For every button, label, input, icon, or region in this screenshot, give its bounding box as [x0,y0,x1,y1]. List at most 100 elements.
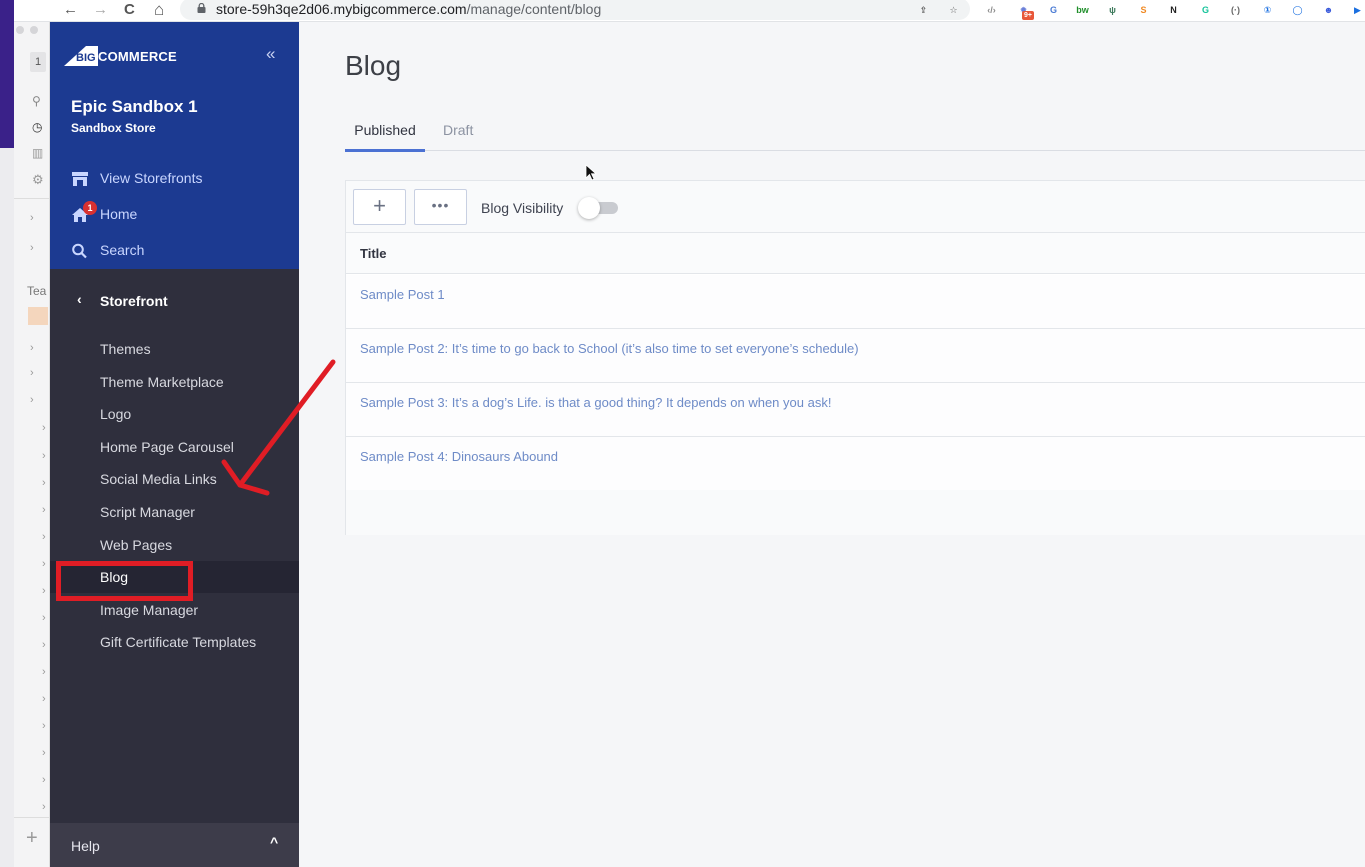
search-icon [72,243,87,259]
sidebar-item-label: Gift Certificate Templates [100,634,257,651]
section-title: Storefront [100,293,168,309]
chevron-right-icon[interactable]: › [42,801,46,813]
store-name: Epic Sandbox 1 [71,97,198,116]
search-icon[interactable]: ⚲ [32,94,41,108]
notion-extension-icon[interactable]: N [1166,3,1181,18]
sidebar-item-gift-certificate-templates[interactable]: Gift Certificate Templates [50,626,299,658]
red-arrow-annotation [221,359,336,496]
divider [14,817,50,818]
back-arrow-icon[interactable]: ← [63,1,78,19]
chevron-right-icon[interactable]: › [42,585,46,597]
url-path: /manage/content/blog [466,1,602,17]
logo-text: COMMERCE [98,49,177,64]
chevron-left-icon: ‹ [77,291,82,307]
post-title-link[interactable]: Sample Post 4: Dinosaurs Abound [360,449,558,464]
circle-extension-icon[interactable]: (·) [1228,3,1243,18]
chevron-up-icon: ^ [270,834,279,850]
devtools-extension-icon[interactable]: ‹/› [984,3,999,18]
url-text[interactable]: store-59h3qe2d06.mybigcommerce.com/manag… [216,1,601,17]
url-domain: store-59h3qe2d06.mybigcommerce.com [216,1,467,17]
storefront-icon [72,172,88,186]
bw-extension-icon[interactable]: bw [1075,3,1090,18]
vue-extension-icon[interactable]: ψ [1105,3,1120,18]
count-badge[interactable]: 1 [30,52,46,72]
gear-extension-icon[interactable]: ✹ 9+ [1016,3,1034,20]
chevron-right-icon[interactable]: › [42,558,46,570]
post-title-link[interactable]: Sample Post 2: It’s time to go back to S… [360,341,859,356]
sidebar-item-web-pages[interactable]: Web Pages [50,529,299,561]
browser-toolbar: ← → C ⌂ store-59h3qe2d06.mybigcommerce.c… [0,0,1365,22]
blog-visibility-toggle[interactable] [578,197,618,219]
background-window-edge-lower [0,148,14,867]
bookmark-star-icon[interactable]: ☆ [946,3,961,18]
column-header-title[interactable]: Title [360,246,387,261]
more-actions-button[interactable]: ••• [414,189,467,225]
chevron-right-icon[interactable]: › [30,367,34,379]
chevron-right-icon[interactable]: › [42,477,46,489]
help-label: Help [71,838,100,854]
chevron-right-icon[interactable]: › [42,666,46,678]
chevron-right-icon[interactable]: › [30,212,34,224]
tab-draft[interactable]: Draft [443,122,473,149]
s-extension-icon[interactable]: S [1136,3,1151,18]
toggle-knob [578,197,600,219]
chat-extension-icon[interactable]: ◯ [1290,3,1305,18]
sidebar-header: BIG COMMERCE « Epic Sandbox 1 Sandbox St… [50,22,299,269]
add-post-button[interactable]: + [353,189,406,225]
share-icon[interactable]: ⇪ [916,3,931,18]
gear-icon[interactable]: ⚙ [32,172,44,188]
chevron-right-icon[interactable]: › [42,450,46,462]
chevron-right-icon[interactable]: › [42,531,46,543]
table-row: Sample Post 2: It’s time to go back to S… [346,329,1365,383]
table-row: Sample Post 1 [346,275,1365,329]
bot-extension-icon[interactable]: ☻ [1321,3,1336,18]
chevron-right-icon[interactable]: › [42,774,46,786]
sidebar-item-label: Search [100,242,145,258]
storefront-back-button[interactable]: ‹ Storefront [50,287,299,315]
chevron-right-icon[interactable]: › [42,720,46,732]
sidebar-item-label: Theme Marketplace [100,373,224,390]
grammarly-extension-icon[interactable]: G [1198,3,1213,18]
forward-arrow-icon[interactable]: → [93,1,108,19]
background-app-strip: 1 ⚲ ◷ ▥ ⚙ Tea › › › › › › › › › › › › › › › › › › › › + [14,22,50,867]
post-title-link[interactable]: Sample Post 1 [360,287,445,302]
chevron-right-icon[interactable]: › [42,422,46,434]
page-title: Blog [345,50,402,81]
onepassword-extension-icon[interactable]: ① [1260,3,1275,18]
main-content: Blog Published Draft + ••• Blog Visibili… [299,22,1365,867]
reload-icon[interactable]: C [124,1,135,19]
chevron-right-icon[interactable]: › [42,504,46,516]
sidebar-item-view-storefronts[interactable]: View Storefronts [71,168,281,190]
chevron-right-icon[interactable]: › [30,242,34,254]
clock-icon[interactable]: ◷ [32,120,42,134]
sidebar-item-label: Logo [100,406,132,423]
sidebar-item-search[interactable]: Search [71,240,281,262]
play-extension-icon[interactable]: ▶ [1350,3,1365,18]
building-icon[interactable]: ▥ [32,146,43,160]
home-icon[interactable]: ⌂ [154,1,164,19]
logo-prefix: BIG [76,52,96,64]
chevron-right-icon[interactable]: › [42,639,46,651]
highlight-block [28,307,48,325]
translate-extension-icon[interactable]: G [1046,3,1061,18]
chevron-right-icon[interactable]: › [30,394,34,406]
chevron-right-icon[interactable]: › [42,693,46,705]
chevron-right-icon[interactable]: › [30,342,34,354]
sidebar-item-label: Social Media Links [100,471,217,488]
collapse-sidebar-button[interactable]: « [266,44,275,64]
chevron-right-icon[interactable]: › [42,612,46,624]
post-title-link[interactable]: Sample Post 3: It’s a dog’s Life. is tha… [360,395,831,410]
chevron-right-icon[interactable]: › [42,747,46,759]
table-header: Title [346,233,1365,274]
notification-badge: 1 [83,201,97,215]
sidebar-item-home[interactable]: 1 Home [71,201,281,226]
help-menu[interactable]: Help ^ [50,823,299,867]
store-type: Sandbox Store [71,121,156,135]
extension-badge: 9+ [1022,11,1034,20]
table-row: Sample Post 3: It’s a dog’s Life. is tha… [346,383,1365,437]
sidebar-item-label: Image Manager [100,601,199,618]
tab-published[interactable]: Published [345,122,425,152]
window-control-dot [16,26,24,34]
add-icon[interactable]: + [26,827,38,850]
blog-visibility-label: Blog Visibility [481,200,564,216]
